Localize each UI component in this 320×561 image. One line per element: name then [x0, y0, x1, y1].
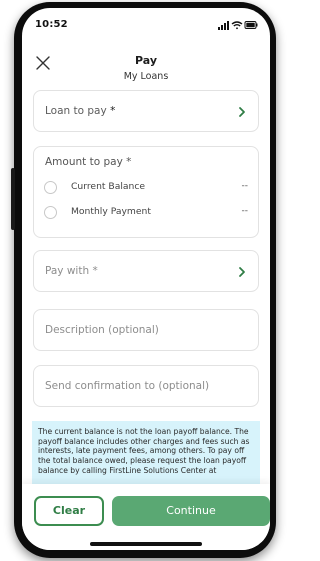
chevron-right-icon: [239, 107, 245, 117]
chevron-right-icon: [239, 267, 245, 277]
amount-to-pay-card: Amount to pay * Current Balance -- Month…: [33, 146, 259, 238]
payoff-info-notice: The current balance is not the loan payo…: [32, 421, 260, 491]
home-indicator[interactable]: [90, 542, 202, 546]
page-title: Pay: [134, 54, 158, 67]
radio-button[interactable]: [44, 181, 57, 194]
status-bar: 10:52: [22, 8, 270, 42]
page-subtitle: My Loans: [123, 71, 169, 82]
option-value: --: [241, 181, 249, 191]
battery-icon: [244, 21, 258, 29]
status-icons: [218, 21, 258, 30]
description-field[interactable]: Description (optional): [33, 309, 259, 351]
page-header: Pay My Loans: [22, 46, 270, 90]
payoff-info-text: The current balance is not the loan payo…: [38, 427, 250, 475]
confirmation-field[interactable]: Send confirmation to (optional): [33, 365, 259, 407]
option-label: Monthly Payment: [71, 206, 151, 217]
wifi-icon: [231, 21, 243, 30]
pay-with-field[interactable]: Pay with *: [33, 250, 259, 292]
loan-to-pay-label: Loan to pay *: [45, 105, 116, 117]
description-placeholder: Description (optional): [45, 324, 159, 336]
option-label: Current Balance: [71, 181, 146, 192]
option-monthly-payment[interactable]: Monthly Payment --: [44, 204, 250, 222]
confirmation-placeholder: Send confirmation to (optional): [45, 380, 210, 392]
continue-button[interactable]: Continue: [112, 496, 270, 526]
status-time: 10:52: [35, 19, 68, 30]
loan-to-pay-field[interactable]: Loan to pay *: [33, 90, 259, 132]
pay-with-label: Pay with *: [45, 265, 98, 277]
option-current-balance[interactable]: Current Balance --: [44, 179, 250, 197]
clear-button[interactable]: Clear: [34, 496, 104, 526]
app-screen: 10:52 Pay My Loans Loan to pay * Amount …: [22, 8, 270, 550]
phone-side-button: [11, 168, 15, 230]
signal-icon: [218, 21, 229, 30]
radio-button[interactable]: [44, 206, 57, 219]
option-value: --: [241, 206, 249, 216]
action-footer: Clear Continue: [22, 484, 270, 550]
amount-to-pay-label: Amount to pay *: [45, 156, 132, 168]
